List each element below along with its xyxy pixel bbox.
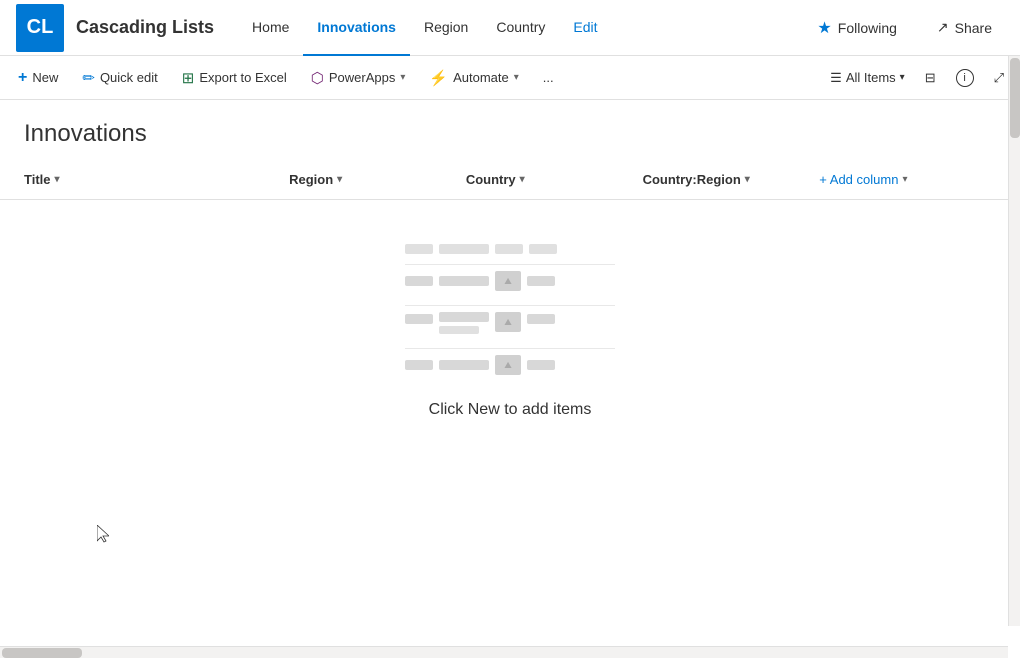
list-container: Title ▾ Region ▾ Country ▾ Country:Regio…	[0, 160, 1020, 638]
col-header-region[interactable]: Region ▾	[289, 172, 466, 187]
col-header-country-region[interactable]: Country:Region ▾	[643, 172, 820, 187]
empty-illustration: ⛰ ⛰ ⛰	[405, 240, 615, 381]
nav-link-edit[interactable]: Edit	[559, 0, 611, 56]
scrollbar-thumb[interactable]	[1010, 58, 1020, 138]
new-button[interactable]: + New	[8, 64, 68, 92]
toolbar: + New ✏ Quick edit ⊞ Export to Excel ⬡ P…	[0, 56, 1020, 100]
following-button[interactable]: ★ Following	[805, 12, 908, 44]
list-view-icon: ☰	[830, 70, 842, 86]
following-label: Following	[838, 20, 897, 36]
automate-button[interactable]: ⚡ Automate ▾	[419, 64, 528, 92]
empty-state: ⛰ ⛰ ⛰	[0, 200, 1020, 459]
nav-link-home[interactable]: Home	[238, 0, 303, 56]
page-title: Innovations	[0, 100, 1020, 160]
info-icon: i	[956, 69, 974, 87]
powerapps-chevron-icon: ▾	[400, 72, 405, 83]
title-sort-icon: ▾	[55, 174, 60, 185]
all-items-chevron-icon: ▾	[900, 72, 905, 83]
top-nav: CL Cascading Lists Home Innovations Regi…	[0, 0, 1020, 56]
country-sort-icon: ▾	[520, 174, 525, 185]
more-icon: ...	[543, 70, 554, 85]
bottom-scrollbar-thumb[interactable]	[2, 648, 82, 658]
col-header-country[interactable]: Country ▾	[466, 172, 643, 187]
powerapps-button[interactable]: ⬡ PowerApps ▾	[301, 64, 416, 92]
empty-state-message: Click New to add items	[429, 401, 592, 419]
list-header: Title ▾ Region ▾ Country ▾ Country:Regio…	[0, 160, 1020, 200]
automate-icon: ⚡	[429, 69, 448, 87]
all-items-label: All Items	[846, 70, 896, 85]
nav-links: Home Innovations Region Country Edit	[238, 0, 805, 56]
site-title: Cascading Lists	[76, 17, 214, 38]
filter-icon: ⊟	[925, 70, 936, 86]
fullscreen-icon: ⤢	[994, 70, 1004, 86]
nav-link-innovations[interactable]: Innovations	[303, 0, 410, 56]
col-header-title[interactable]: Title ▾	[24, 172, 289, 187]
share-icon: ↗	[937, 19, 949, 36]
new-icon: +	[18, 69, 27, 87]
more-button[interactable]: ...	[533, 65, 564, 90]
share-label: Share	[955, 20, 992, 36]
info-button[interactable]: i	[948, 64, 982, 92]
share-button[interactable]: ↗ Share	[925, 13, 1004, 42]
powerapps-icon: ⬡	[311, 69, 324, 87]
col-header-add[interactable]: + Add column ▾	[819, 172, 996, 187]
excel-icon: ⊞	[182, 69, 195, 87]
automate-chevron-icon: ▾	[514, 72, 519, 83]
view-selector-button[interactable]: ☰ All Items ▾	[822, 65, 913, 91]
bottom-scrollbar-track[interactable]	[0, 646, 1008, 658]
add-column-chevron-icon: ▾	[902, 174, 907, 185]
region-sort-icon: ▾	[337, 174, 342, 185]
scrollbar-track[interactable]	[1008, 56, 1020, 626]
site-logo[interactable]: CL	[16, 4, 64, 52]
nav-link-region[interactable]: Region	[410, 0, 482, 56]
pencil-icon: ✏	[82, 69, 95, 87]
quick-edit-button[interactable]: ✏ Quick edit	[72, 64, 167, 92]
star-icon: ★	[817, 18, 831, 38]
toolbar-right: ☰ All Items ▾ ⊟ i ⤢	[822, 64, 1012, 92]
main-content: Innovations Title ▾ Region ▾ Country ▾ C…	[0, 100, 1020, 638]
country-region-sort-icon: ▾	[745, 174, 750, 185]
export-excel-button[interactable]: ⊞ Export to Excel	[172, 64, 297, 92]
nav-right-actions: ★ Following ↗ Share	[805, 12, 1004, 44]
nav-link-country[interactable]: Country	[482, 0, 559, 56]
filter-button[interactable]: ⊟	[917, 65, 944, 91]
